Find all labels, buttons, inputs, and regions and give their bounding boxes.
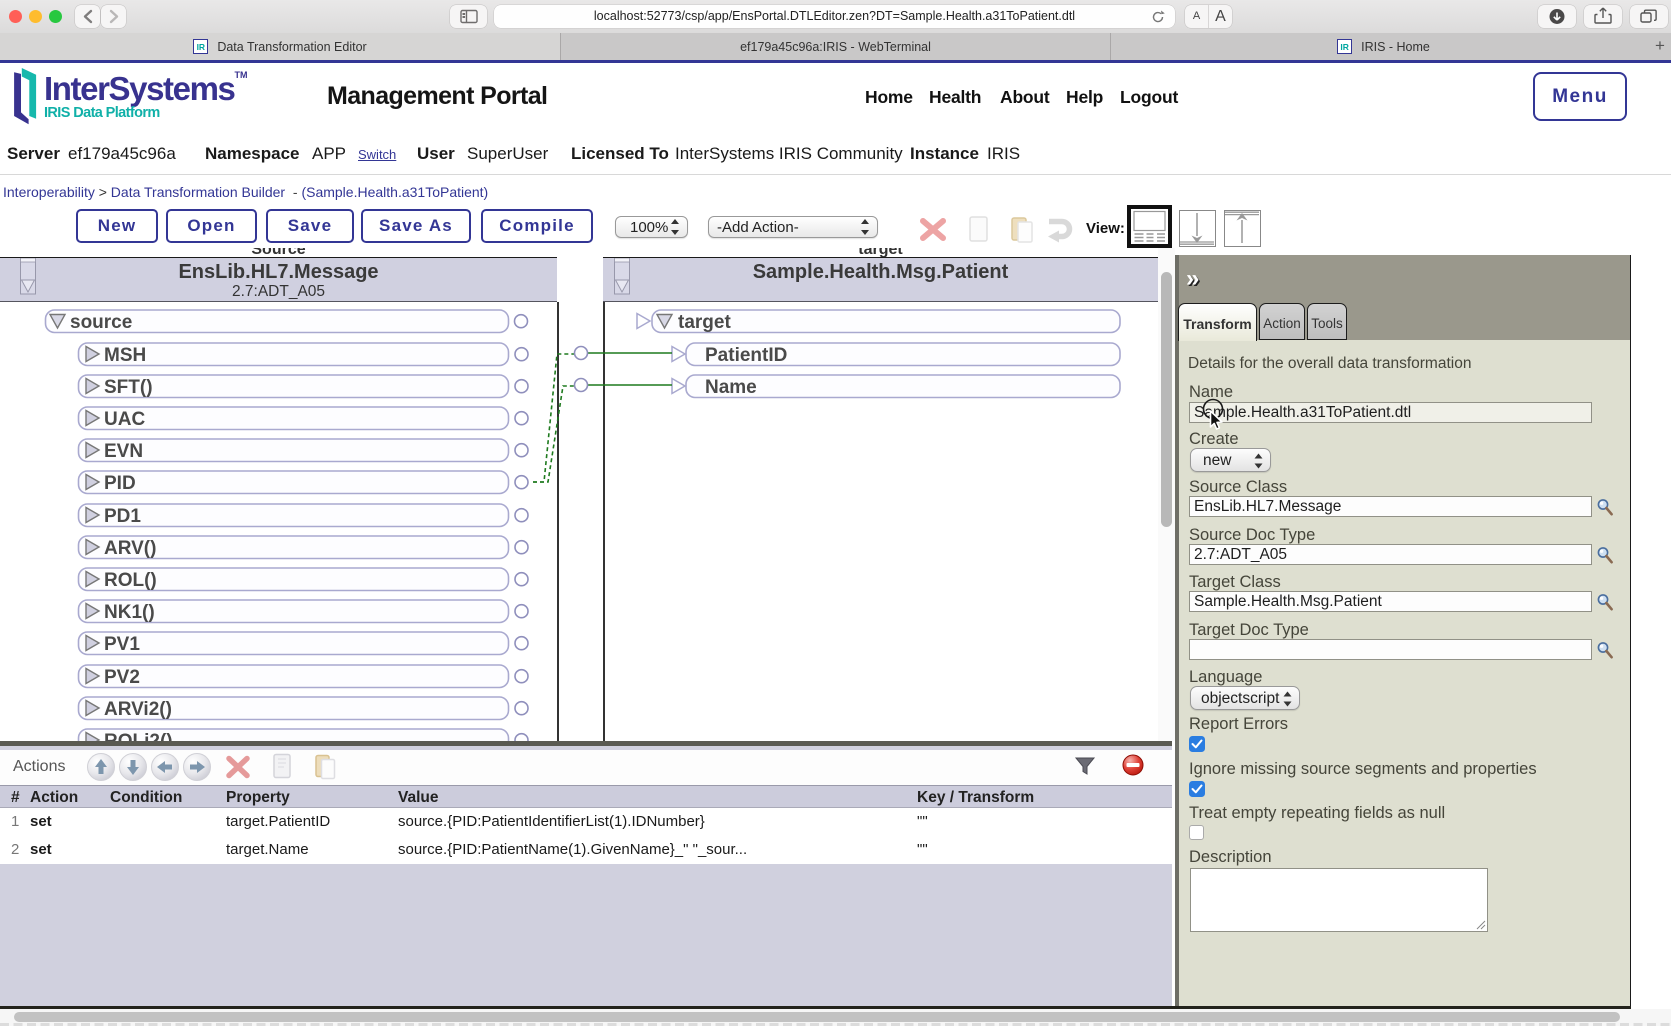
svg-text:ARVi2(): ARVi2(): [104, 699, 172, 720]
svg-text:PV2: PV2: [104, 667, 140, 688]
svg-text:PV1: PV1: [104, 634, 140, 655]
svg-text:MSH: MSH: [104, 345, 146, 366]
svg-text:ARV(): ARV(): [104, 538, 156, 559]
svg-text:PD1: PD1: [104, 506, 141, 527]
svg-text:ROLi2(): ROLi2(): [104, 731, 173, 741]
svg-text:NK1(): NK1(): [104, 602, 155, 623]
svg-text:PatientID: PatientID: [705, 345, 787, 366]
svg-text:UAC: UAC: [104, 409, 145, 430]
svg-text:ROL(): ROL(): [104, 570, 157, 591]
svg-text:EVN: EVN: [104, 441, 143, 462]
svg-text:target: target: [678, 312, 731, 333]
svg-text:Name: Name: [705, 377, 757, 398]
svg-text:source: source: [70, 312, 132, 333]
svg-text:SFT(): SFT(): [104, 377, 153, 398]
svg-text:PID: PID: [104, 473, 136, 494]
